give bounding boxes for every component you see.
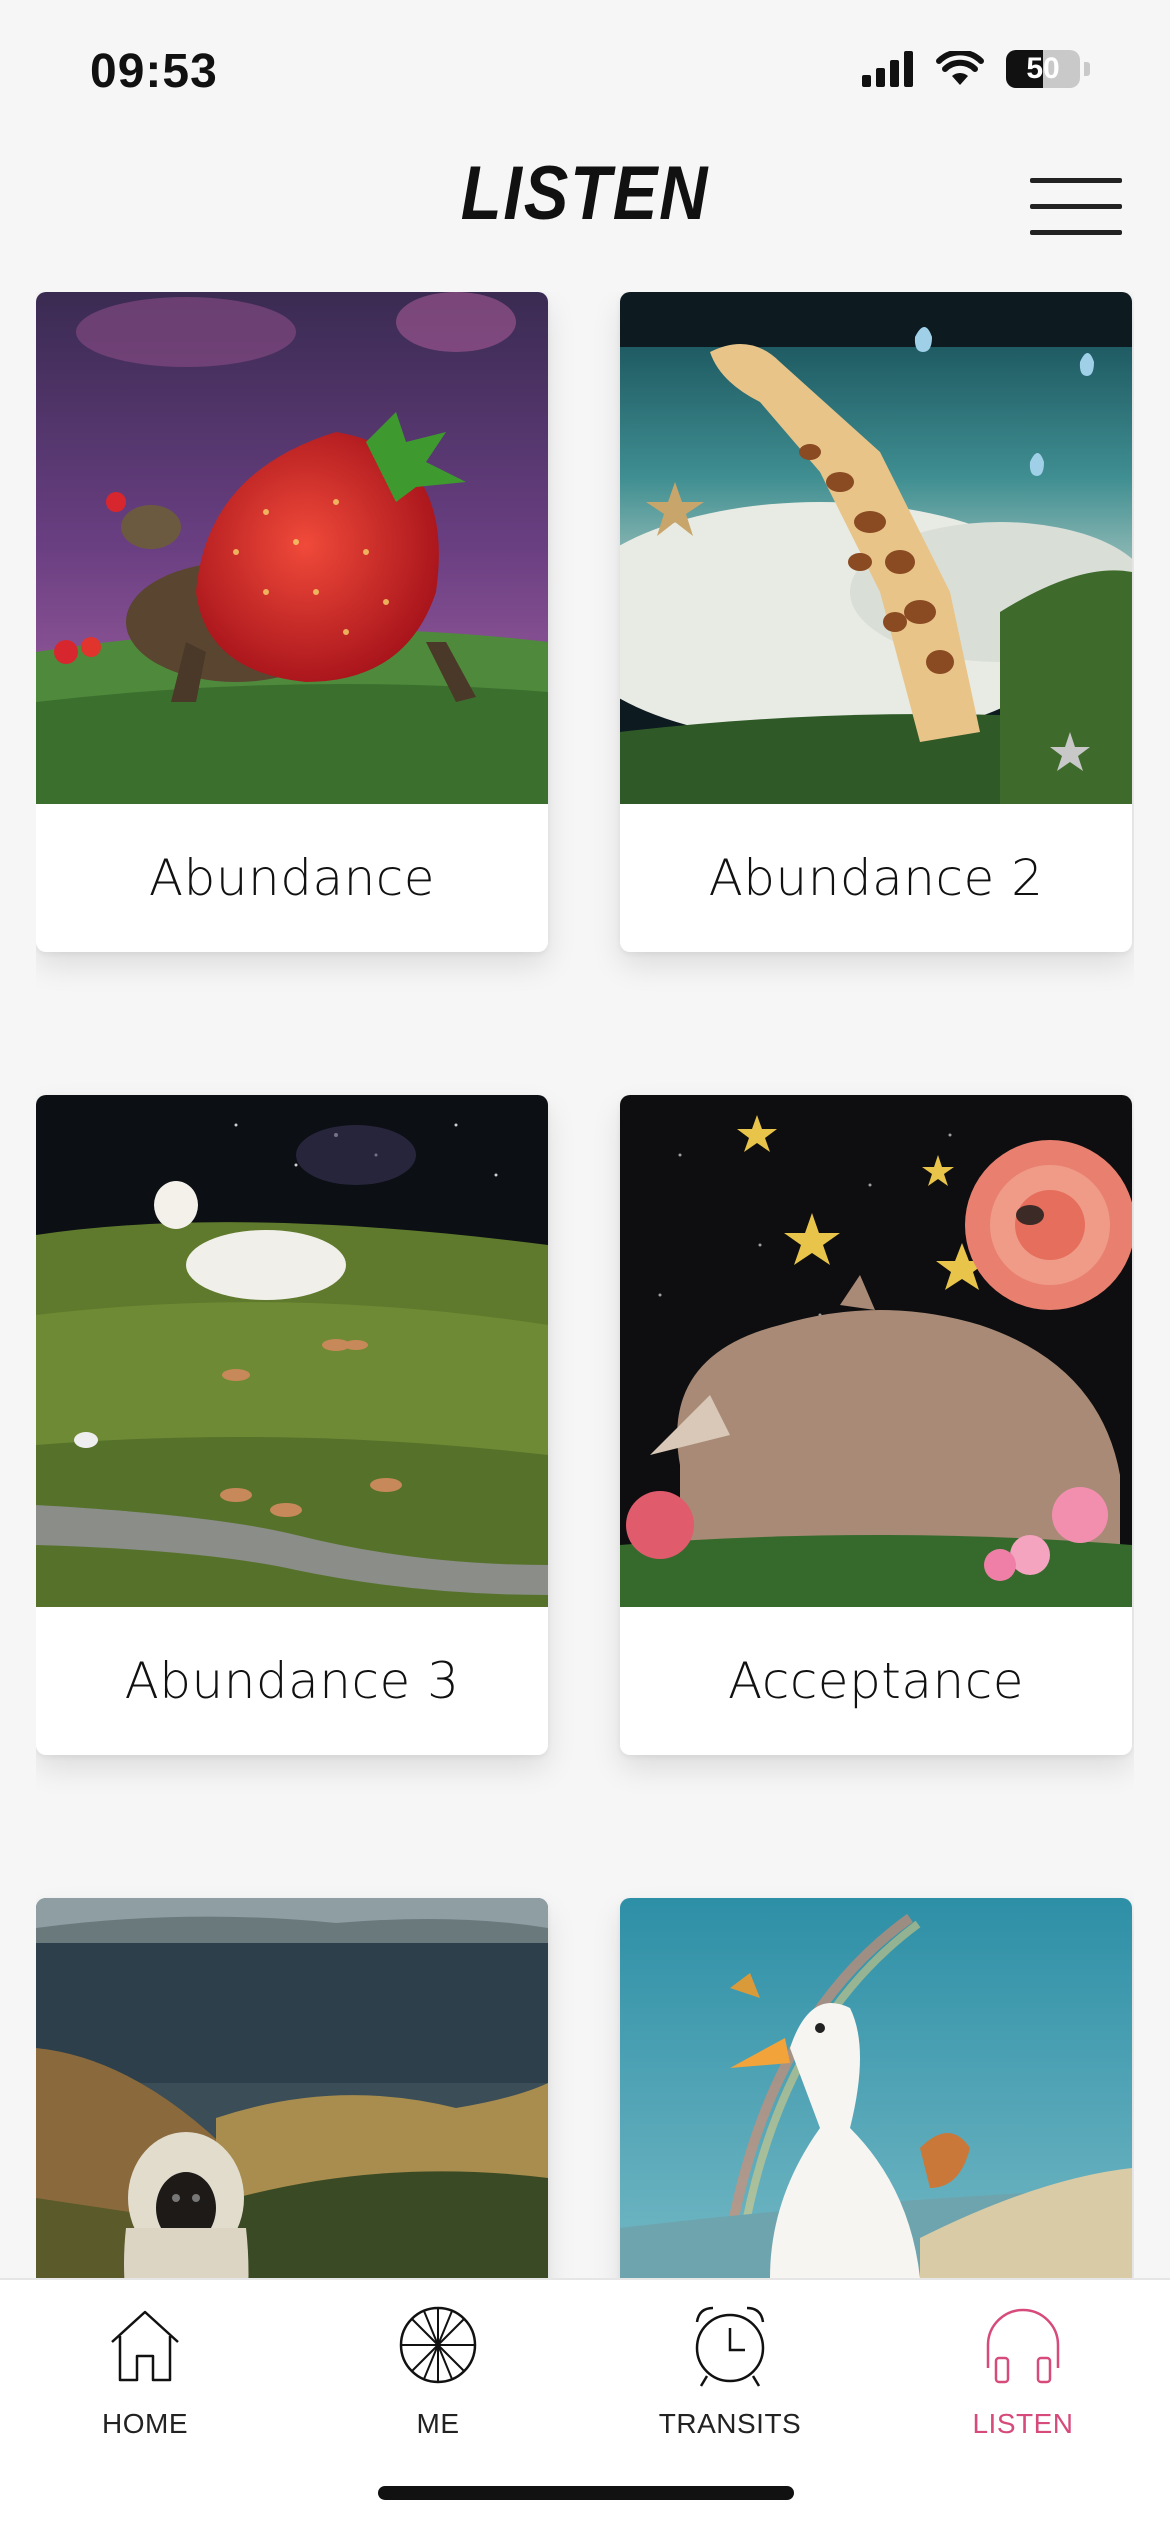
- hamburger-menu-icon[interactable]: [1030, 174, 1122, 238]
- tab-transits[interactable]: TRANSITS: [630, 2300, 830, 2440]
- page-title: LISTEN: [460, 151, 710, 236]
- status-bar: 09:53 50: [0, 0, 1170, 140]
- strawberry-turtle-artwork: [36, 292, 548, 804]
- card-label: Abundance: [148, 849, 436, 907]
- card-acceptance[interactable]: Acceptance: [620, 1095, 1132, 1755]
- cow-meadow-artwork: [36, 1095, 548, 1607]
- giraffe-waterfall-artwork: [620, 292, 1132, 804]
- battery-icon: 50: [1006, 50, 1080, 88]
- card-abundance[interactable]: Abundance: [36, 292, 548, 952]
- card-duck[interactable]: [620, 1898, 1132, 2280]
- meditation-grid: Abundance Abundance 2 Abundance 3 Accept…: [36, 292, 1134, 2280]
- tab-label: TRANSITS: [658, 2408, 802, 2439]
- home-indicator[interactable]: [378, 2486, 794, 2500]
- tab-label: HOME: [102, 2408, 188, 2439]
- cellular-signal-icon: [862, 51, 913, 87]
- alarm-clock-icon: [695, 2306, 765, 2387]
- wheel-icon: [399, 2306, 477, 2384]
- tab-listen[interactable]: LISTEN: [923, 2300, 1123, 2440]
- card-label: Abundance 3: [124, 1652, 460, 1710]
- status-icons: 50: [862, 50, 1090, 88]
- tab-home[interactable]: HOME: [45, 2300, 245, 2440]
- tab-label: LISTEN: [972, 2408, 1074, 2439]
- battery-percent: 50: [1026, 52, 1060, 85]
- tab-me[interactable]: ME: [338, 2300, 538, 2440]
- card-monkey[interactable]: [36, 1898, 548, 2280]
- headphones-icon: [986, 2308, 1060, 2384]
- wifi-icon: [936, 51, 984, 85]
- card-abundance-3[interactable]: Abundance 3: [36, 1095, 548, 1755]
- battery-cap: [1084, 62, 1090, 76]
- card-label: Abundance 2: [708, 849, 1044, 907]
- house-icon: [111, 2310, 179, 2382]
- tab-label: ME: [416, 2408, 460, 2439]
- monkey-mountains-artwork: [36, 1898, 548, 2280]
- card-label: Acceptance: [728, 1652, 1024, 1710]
- duck-rainbow-artwork: [620, 1898, 1132, 2280]
- card-abundance-2[interactable]: Abundance 2: [620, 292, 1132, 952]
- status-time: 09:53: [90, 45, 218, 98]
- rhino-rose-artwork: [620, 1095, 1132, 1607]
